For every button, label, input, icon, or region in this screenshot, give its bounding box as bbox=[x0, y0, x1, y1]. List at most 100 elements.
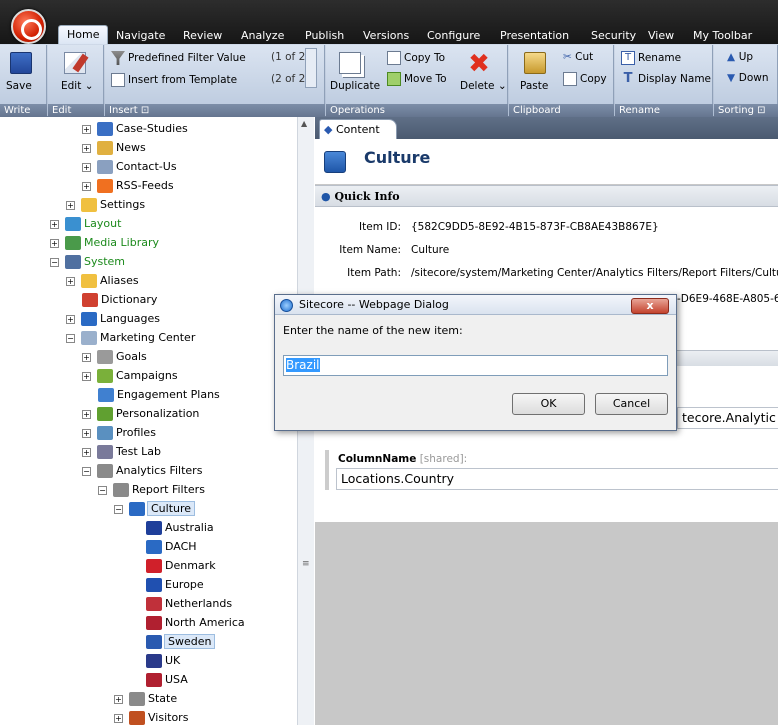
tree-node[interactable]: Denmark bbox=[0, 556, 296, 575]
tree-node[interactable]: + Personalization bbox=[0, 404, 296, 423]
content-tree[interactable]: + Case-Studies + News + Contact-Us + RSS-Feeds +… bbox=[0, 117, 314, 725]
rename-button[interactable]: T Rename bbox=[621, 51, 681, 65]
ok-button[interactable]: OK bbox=[512, 393, 585, 415]
move-to-button[interactable]: Move To bbox=[387, 72, 447, 86]
tree-node[interactable]: Dictionary bbox=[0, 290, 296, 309]
tab-content[interactable]: ◆ Content bbox=[319, 119, 397, 139]
tree-node[interactable]: + Campaigns bbox=[0, 366, 296, 385]
display-name-button[interactable]: T Display Name bbox=[621, 72, 711, 86]
insert-gallery-scroll[interactable] bbox=[305, 48, 317, 88]
delete-x-icon[interactable]: ✖ bbox=[467, 51, 491, 77]
tree-node[interactable]: + Layout bbox=[0, 214, 296, 233]
tab-home[interactable]: Home bbox=[58, 25, 109, 44]
tab-analyze[interactable]: Analyze bbox=[238, 27, 287, 44]
copy-to-button[interactable]: Copy To bbox=[387, 51, 445, 65]
tab-my-toolbar[interactable]: My Toolbar bbox=[690, 27, 755, 44]
quick-info-header[interactable]: ● Quick Info bbox=[315, 185, 778, 207]
tree-node[interactable]: + Profiles bbox=[0, 423, 296, 442]
save-label: Save bbox=[6, 80, 32, 92]
tree-node-label: Australia bbox=[165, 521, 214, 534]
expand-plus-icon[interactable]: + bbox=[50, 238, 59, 248]
tab-security[interactable]: Security bbox=[588, 27, 639, 44]
tree-node[interactable]: Netherlands bbox=[0, 594, 296, 613]
dialog-title-bar[interactable]: Sitecore -- Webpage Dialog bbox=[275, 295, 676, 315]
collapse-minus-icon[interactable]: − bbox=[114, 504, 123, 514]
tab-navigate[interactable]: Navigate bbox=[113, 27, 168, 44]
tree-node[interactable]: + Settings bbox=[0, 195, 296, 214]
expand-plus-icon[interactable]: + bbox=[114, 694, 123, 704]
tree-node[interactable]: DACH bbox=[0, 537, 296, 556]
expand-plus-icon[interactable]: + bbox=[82, 409, 91, 419]
delete-button[interactable]: Delete ⌄ bbox=[460, 80, 507, 93]
sort-down-button[interactable]: ▼ Down bbox=[727, 72, 769, 85]
tree-node[interactable]: Sweden bbox=[0, 632, 296, 651]
paste-button[interactable] bbox=[524, 52, 546, 74]
splitter-grip-icon[interactable]: ≡ bbox=[302, 559, 310, 569]
save-button[interactable] bbox=[10, 52, 32, 74]
duplicate-button[interactable] bbox=[339, 52, 361, 74]
tree-node[interactable]: + State bbox=[0, 689, 296, 708]
dialog-close-button[interactable]: x bbox=[631, 298, 669, 314]
tree-node[interactable]: + Contact-Us bbox=[0, 157, 296, 176]
tree-node[interactable]: + Goals bbox=[0, 347, 296, 366]
collapse-minus-icon[interactable]: − bbox=[82, 466, 91, 476]
tree-node[interactable]: Engagement Plans bbox=[0, 385, 296, 404]
tree-node[interactable]: + Visitors bbox=[0, 708, 296, 725]
collapse-minus-icon[interactable]: − bbox=[98, 485, 107, 495]
sort-up-button[interactable]: ▲ Up bbox=[727, 51, 753, 64]
collapse-minus-icon[interactable]: − bbox=[66, 333, 75, 343]
tree-node[interactable]: − Marketing Center bbox=[0, 328, 296, 347]
tree-item-icon bbox=[81, 274, 97, 288]
predefined-filter-value-button[interactable]: Predefined Filter Value bbox=[111, 51, 246, 65]
expand-plus-icon[interactable]: + bbox=[82, 352, 91, 362]
tree-node[interactable]: UK bbox=[0, 651, 296, 670]
expand-plus-icon[interactable]: + bbox=[82, 428, 91, 438]
tree-node[interactable]: Australia bbox=[0, 518, 296, 537]
tree-node[interactable]: North America bbox=[0, 613, 296, 632]
expand-plus-icon[interactable]: + bbox=[82, 181, 91, 191]
tree-node[interactable]: + Test Lab bbox=[0, 442, 296, 461]
cancel-button[interactable]: Cancel bbox=[595, 393, 668, 415]
tab-configure[interactable]: Configure bbox=[424, 27, 483, 44]
expand-plus-icon[interactable]: + bbox=[66, 276, 75, 286]
tree-node[interactable]: − Analytics Filters bbox=[0, 461, 296, 480]
expand-plus-icon[interactable]: + bbox=[82, 124, 91, 134]
tree-node[interactable]: Europe bbox=[0, 575, 296, 594]
tree-node[interactable]: USA bbox=[0, 670, 296, 689]
tab-presentation[interactable]: Presentation bbox=[497, 27, 572, 44]
insert-from-template-label: Insert from Template bbox=[128, 74, 238, 86]
tab-versions[interactable]: Versions bbox=[360, 27, 412, 44]
expand-plus-icon[interactable]: + bbox=[50, 219, 59, 229]
edit-button[interactable] bbox=[64, 52, 89, 74]
tree-node[interactable]: + News bbox=[0, 138, 296, 157]
expand-plus-icon[interactable]: + bbox=[66, 314, 75, 324]
tree-node[interactable]: + Media Library bbox=[0, 233, 296, 252]
tree-node[interactable]: − Report Filters bbox=[0, 480, 296, 499]
tree-node[interactable]: + RSS-Feeds bbox=[0, 176, 296, 195]
tree-item-icon bbox=[146, 521, 162, 535]
expand-plus-icon[interactable]: + bbox=[66, 200, 75, 210]
sitecore-logo-icon[interactable] bbox=[11, 9, 46, 44]
tree-node[interactable]: − Culture bbox=[0, 499, 296, 518]
copy-button[interactable]: Copy bbox=[563, 72, 607, 86]
collapse-minus-icon[interactable]: − bbox=[50, 257, 59, 267]
rename-icon: T bbox=[621, 51, 635, 65]
tab-publish[interactable]: Publish bbox=[302, 27, 347, 44]
tab-view[interactable]: View bbox=[645, 27, 677, 44]
cut-button[interactable]: ✂ Cut bbox=[563, 51, 593, 64]
expand-plus-icon[interactable]: + bbox=[114, 713, 123, 723]
expand-plus-icon[interactable]: + bbox=[82, 447, 91, 457]
tree-node[interactable]: − System bbox=[0, 252, 296, 271]
template-field-partial[interactable]: tecore.Analytic bbox=[677, 407, 778, 429]
expand-plus-icon[interactable]: + bbox=[82, 371, 91, 381]
tree-node[interactable]: + Case-Studies bbox=[0, 119, 296, 138]
expand-plus-icon[interactable]: + bbox=[82, 162, 91, 172]
expand-plus-icon[interactable]: + bbox=[82, 143, 91, 153]
tree-node[interactable]: + Languages bbox=[0, 309, 296, 328]
insert-from-template-button[interactable]: Insert from Template bbox=[111, 73, 237, 87]
new-item-name-input[interactable]: Brazil bbox=[283, 355, 668, 376]
tab-review[interactable]: Review bbox=[180, 27, 225, 44]
column-name-field[interactable]: Locations.Country bbox=[336, 468, 778, 490]
scroll-up-arrow-icon[interactable]: ▲ bbox=[301, 119, 307, 128]
tree-node[interactable]: + Aliases bbox=[0, 271, 296, 290]
